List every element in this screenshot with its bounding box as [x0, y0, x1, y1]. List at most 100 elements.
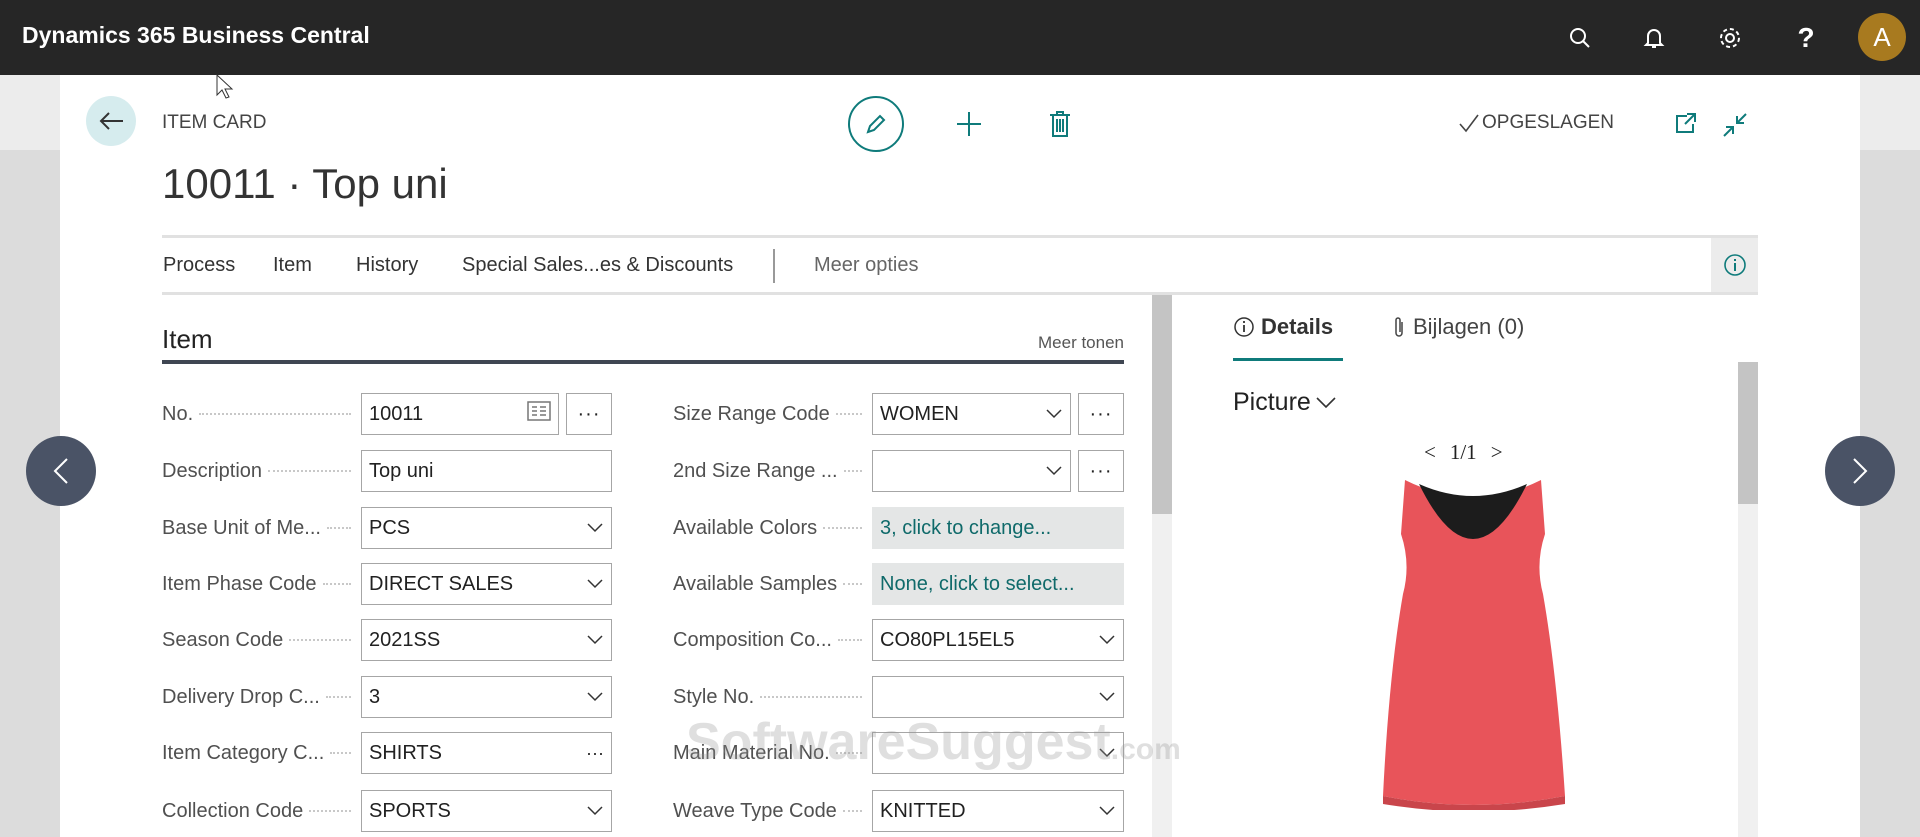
field-label: Item Category C... — [162, 732, 357, 774]
field-label: Delivery Drop C... — [162, 676, 357, 718]
chevron-down-icon[interactable] — [1098, 688, 1116, 706]
field-input[interactable]: KNITTED — [872, 790, 1124, 832]
tab-active-underline — [1233, 358, 1343, 361]
factbox-scrollbar[interactable] — [1738, 362, 1758, 837]
chevron-down-icon[interactable] — [586, 575, 604, 593]
picture-title: Picture — [1233, 388, 1311, 416]
field-label: Weave Type Code — [673, 790, 868, 832]
collapse-icon[interactable] — [1722, 112, 1748, 143]
action-special-sales[interactable]: Special Sales...es & Discounts — [462, 254, 733, 277]
picture-header[interactable]: Picture — [1233, 388, 1337, 417]
saved-label: OPGESLAGEN — [1482, 112, 1614, 133]
chevron-down-icon[interactable] — [1098, 631, 1116, 649]
field-label: Base Unit of Me... — [162, 507, 357, 549]
chevron-down-icon — [1316, 396, 1336, 408]
tab-details[interactable]: Details — [1233, 314, 1333, 340]
field-input[interactable]: 3 — [361, 676, 612, 718]
action-history[interactable]: History — [356, 254, 418, 277]
help-icon[interactable]: ? — [1790, 22, 1822, 54]
more-icon[interactable]: ··· — [586, 743, 604, 764]
page-type-label: ITEM CARD — [162, 112, 267, 133]
field-assist-button[interactable]: ··· — [566, 393, 612, 435]
field-input[interactable]: 10011 — [361, 393, 559, 435]
pencil-icon — [866, 114, 886, 134]
field-label: Item Phase Code — [162, 563, 357, 605]
info-icon — [1234, 317, 1254, 337]
action-divider — [773, 249, 775, 283]
arrow-left-icon — [99, 112, 123, 130]
top-bar: Dynamics 365 Business Central ? A — [0, 0, 1920, 75]
picture-counter: 1/1 — [1449, 440, 1477, 464]
next-record-button[interactable] — [1825, 436, 1895, 506]
field-input[interactable]: SHIRTS ··· — [361, 732, 612, 774]
back-button[interactable] — [86, 96, 136, 146]
field-label: Size Range Code — [673, 393, 868, 435]
field-input[interactable]: CO80PL15EL5 — [872, 619, 1124, 661]
field-input[interactable] — [872, 450, 1071, 492]
more-options[interactable]: Meer opties — [814, 254, 919, 277]
search-icon[interactable] — [1564, 22, 1596, 54]
trash-icon — [1050, 111, 1070, 137]
field-label: No. — [162, 393, 357, 435]
chevron-left-icon — [53, 458, 68, 484]
edit-button[interactable] — [848, 96, 904, 152]
chevron-down-icon[interactable] — [586, 688, 604, 706]
chevron-down-icon[interactable] — [586, 631, 604, 649]
prev-picture-button[interactable]: < — [1424, 440, 1436, 465]
chevron-down-icon[interactable] — [1045, 405, 1063, 423]
field-label: Available Samples — [673, 563, 868, 605]
section-title: Item — [162, 324, 213, 354]
field-assist-button[interactable]: ··· — [1078, 450, 1124, 492]
factbox-scrollbar-thumb[interactable] — [1738, 362, 1758, 504]
field-label: 2nd Size Range ... — [673, 450, 868, 492]
field-label: Composition Co... — [673, 619, 868, 661]
show-more-link[interactable]: Meer tonen — [1000, 333, 1124, 353]
field-label: Description — [162, 450, 357, 492]
field-input[interactable]: Top uni — [361, 450, 612, 492]
paperclip-icon — [1395, 317, 1403, 337]
field-label: Collection Code — [162, 790, 357, 832]
action-item[interactable]: Item — [273, 254, 312, 277]
main-scrollbar-thumb[interactable] — [1152, 295, 1172, 514]
factbox-toggle[interactable] — [1711, 238, 1758, 292]
field-input[interactable]: 2021SS — [361, 619, 612, 661]
card-lookup-icon[interactable] — [527, 401, 551, 427]
page-title: 10011 · Top uni — [162, 160, 448, 207]
section-underline — [162, 360, 1124, 364]
delete-button[interactable] — [1049, 110, 1071, 143]
picture-pager: <1/1 > — [1424, 440, 1503, 465]
tab-attachments[interactable]: Bijlagen (0) — [1391, 314, 1524, 340]
field-input[interactable]: WOMEN — [872, 393, 1071, 435]
tab-attachments-label: Bijlagen (0) — [1413, 314, 1525, 339]
field-label: Season Code — [162, 619, 357, 661]
chevron-down-icon[interactable] — [1045, 462, 1063, 480]
bell-icon[interactable] — [1638, 22, 1670, 54]
mouse-cursor-icon — [216, 74, 234, 99]
watermark-logo: SoftwareSuggest.com — [686, 713, 1181, 771]
field-input[interactable]: DIRECT SALES — [361, 563, 612, 605]
previous-record-button[interactable] — [26, 436, 96, 506]
chevron-right-icon — [1853, 458, 1868, 484]
avatar[interactable]: A — [1858, 13, 1906, 61]
field-link[interactable]: None, click to select... — [872, 563, 1124, 605]
tab-details-label: Details — [1261, 314, 1334, 339]
field-assist-button[interactable]: ··· — [1078, 393, 1124, 435]
chevron-down-icon[interactable] — [586, 519, 604, 537]
gear-icon[interactable] — [1714, 22, 1746, 54]
app-title[interactable]: Dynamics 365 Business Central — [22, 22, 370, 49]
field-link[interactable]: 3, click to change... — [872, 507, 1124, 549]
plus-icon — [957, 112, 981, 136]
open-new-window-icon[interactable] — [1673, 112, 1697, 141]
product-image — [1383, 480, 1565, 810]
chevron-down-icon[interactable] — [586, 802, 604, 820]
new-button[interactable] — [955, 110, 983, 143]
saved-status: OPGESLAGEN — [1458, 112, 1614, 134]
check-icon — [1459, 114, 1479, 133]
field-input[interactable]: SPORTS — [361, 790, 612, 832]
next-picture-button[interactable]: > — [1491, 440, 1503, 465]
info-icon — [1723, 254, 1746, 276]
field-label: Available Colors — [673, 507, 868, 549]
chevron-down-icon[interactable] — [1098, 802, 1116, 820]
field-input[interactable]: PCS — [361, 507, 612, 549]
action-process[interactable]: Process — [163, 254, 235, 277]
